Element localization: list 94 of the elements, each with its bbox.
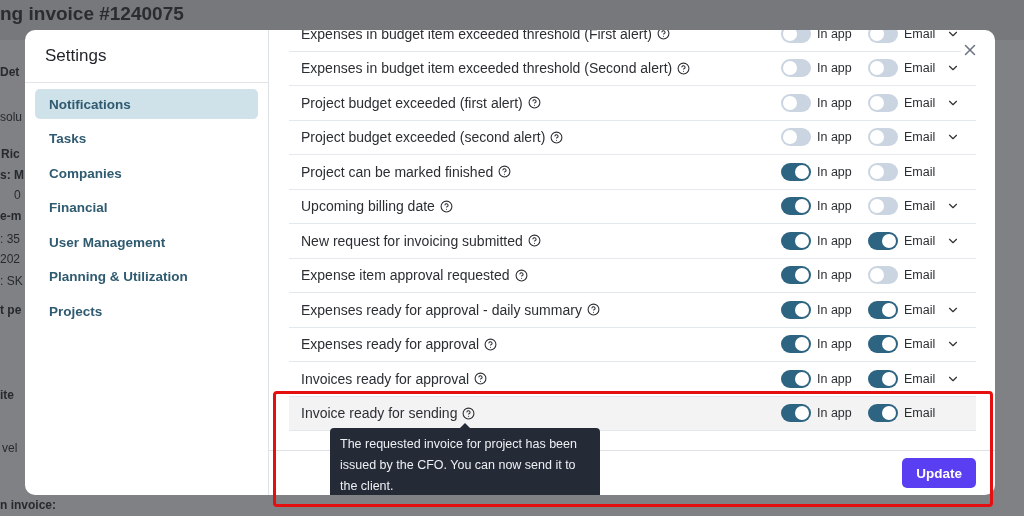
- background-text: Ric: [1, 147, 20, 161]
- sidebar-item[interactable]: Notifications: [35, 89, 258, 119]
- toggle-switch[interactable]: [868, 30, 898, 43]
- background-text: t pe: [0, 303, 22, 317]
- background-text: vel: [2, 441, 18, 455]
- sidebar-item[interactable]: User Management: [35, 227, 258, 258]
- toggle-label: In app: [817, 164, 852, 179]
- toggle-switch[interactable]: [868, 404, 898, 423]
- toggle-switch[interactable]: [868, 300, 898, 319]
- notification-label: Expenses ready for approval - daily summary: [301, 301, 582, 318]
- toggle-label: Email: [904, 164, 936, 179]
- toggle-switch[interactable]: [868, 59, 898, 78]
- background-text: 0: [14, 188, 21, 202]
- toggle-label: In app: [817, 406, 852, 421]
- toggle-label: In app: [817, 233, 852, 248]
- tooltip-text: The requested invoice for project has been issued by the CFO. You can now send it to the client.: [340, 436, 578, 495]
- toggle-label: Email: [904, 199, 936, 214]
- toggle-label: In app: [817, 130, 852, 145]
- toggle-switch[interactable]: [781, 369, 811, 388]
- toggle-switch[interactable]: [781, 93, 811, 112]
- help-icon[interactable]: [498, 165, 512, 179]
- sidebar-item[interactable]: Planning & Utilization: [35, 261, 258, 292]
- notification-label: Expenses in budget item exceeded threshold (Second alert): [301, 60, 673, 77]
- help-icon[interactable]: [439, 199, 453, 213]
- toggle-switch[interactable]: [781, 266, 811, 285]
- help-icon[interactable]: [514, 268, 528, 282]
- help-icon[interactable]: [474, 372, 488, 386]
- sidebar-item[interactable]: Companies: [35, 158, 258, 189]
- background-text: solu: [0, 110, 22, 124]
- notification-label: Project budget exceeded (first alert): [301, 94, 523, 111]
- sidebar-item[interactable]: Tasks: [35, 123, 258, 154]
- toggle-switch[interactable]: [781, 197, 811, 216]
- toggle-label: Email: [904, 268, 936, 283]
- background-text: e-m: [0, 209, 22, 223]
- toggle-switch[interactable]: [781, 231, 811, 250]
- toggle-switch[interactable]: [868, 197, 898, 216]
- help-icon[interactable]: [527, 234, 541, 248]
- toggle-switch[interactable]: [868, 128, 898, 147]
- toggle-label: Email: [904, 130, 936, 145]
- toggle-label: In app: [817, 268, 852, 283]
- toggle-switch[interactable]: [781, 404, 811, 423]
- help-icon[interactable]: [462, 406, 476, 420]
- background-text: n invoice:: [0, 498, 56, 512]
- notification-label: New request for invoicing submitted: [301, 232, 523, 249]
- page-title: ng invoice #1240075: [0, 3, 184, 25]
- help-icon[interactable]: [586, 303, 600, 317]
- toggle-switch[interactable]: [781, 335, 811, 354]
- background-text: ite: [0, 388, 14, 402]
- background-text: s: M: [0, 168, 24, 182]
- toggle-switch[interactable]: [868, 93, 898, 112]
- background-text: 202: [0, 252, 21, 266]
- toggle-label: In app: [817, 95, 852, 110]
- toggle-switch[interactable]: [781, 59, 811, 78]
- toggle-label: Email: [904, 337, 936, 352]
- notification-label: Expense item approval requested: [301, 267, 510, 284]
- background-text: Det: [0, 65, 20, 79]
- notification-label: Invoices ready for approval: [301, 370, 470, 387]
- toggle-label: In app: [817, 302, 852, 317]
- toggle-switch[interactable]: [781, 162, 811, 181]
- notification-label: Invoice ready for sending: [301, 405, 458, 422]
- toggle-switch[interactable]: [868, 335, 898, 354]
- toggle-switch[interactable]: [868, 162, 898, 181]
- toggle-label: In app: [817, 337, 852, 352]
- sidebar-item[interactable]: Projects: [35, 296, 258, 327]
- help-icon[interactable]: [656, 30, 670, 41]
- help-icon[interactable]: [677, 61, 691, 75]
- background-text: : 35: [0, 232, 20, 246]
- notification-label: Upcoming billing date: [301, 198, 435, 215]
- background-text: : SK: [0, 274, 23, 288]
- toggle-label: Email: [904, 61, 936, 76]
- update-button[interactable]: Update: [902, 458, 976, 489]
- sidebar-item[interactable]: Financial: [35, 192, 258, 223]
- toggle-label: In app: [817, 30, 852, 41]
- help-icon[interactable]: [484, 337, 498, 351]
- toggle-switch[interactable]: [781, 30, 811, 43]
- notification-label: Project can be marked finished: [301, 163, 494, 180]
- toggle-switch[interactable]: [781, 300, 811, 319]
- toggle-label: In app: [817, 61, 852, 76]
- toggle-switch[interactable]: [868, 231, 898, 250]
- help-icon[interactable]: [527, 96, 541, 110]
- toggle-label: Email: [904, 302, 936, 317]
- toggle-switch[interactable]: [868, 369, 898, 388]
- toggle-label: In app: [817, 199, 852, 214]
- toggle-label: Email: [904, 95, 936, 110]
- help-icon[interactable]: [550, 130, 564, 144]
- toggle-switch[interactable]: [868, 266, 898, 285]
- toggle-label: Email: [904, 406, 936, 421]
- toggle-label: Email: [904, 371, 936, 386]
- toggle-label: Email: [904, 233, 936, 248]
- notification-label: Expenses ready for approval: [301, 336, 480, 353]
- notification-label: Project budget exceeded (second alert): [301, 129, 546, 146]
- toggle-label: In app: [817, 371, 852, 386]
- toggle-switch[interactable]: [781, 128, 811, 147]
- dialog-title: Settings: [45, 46, 107, 66]
